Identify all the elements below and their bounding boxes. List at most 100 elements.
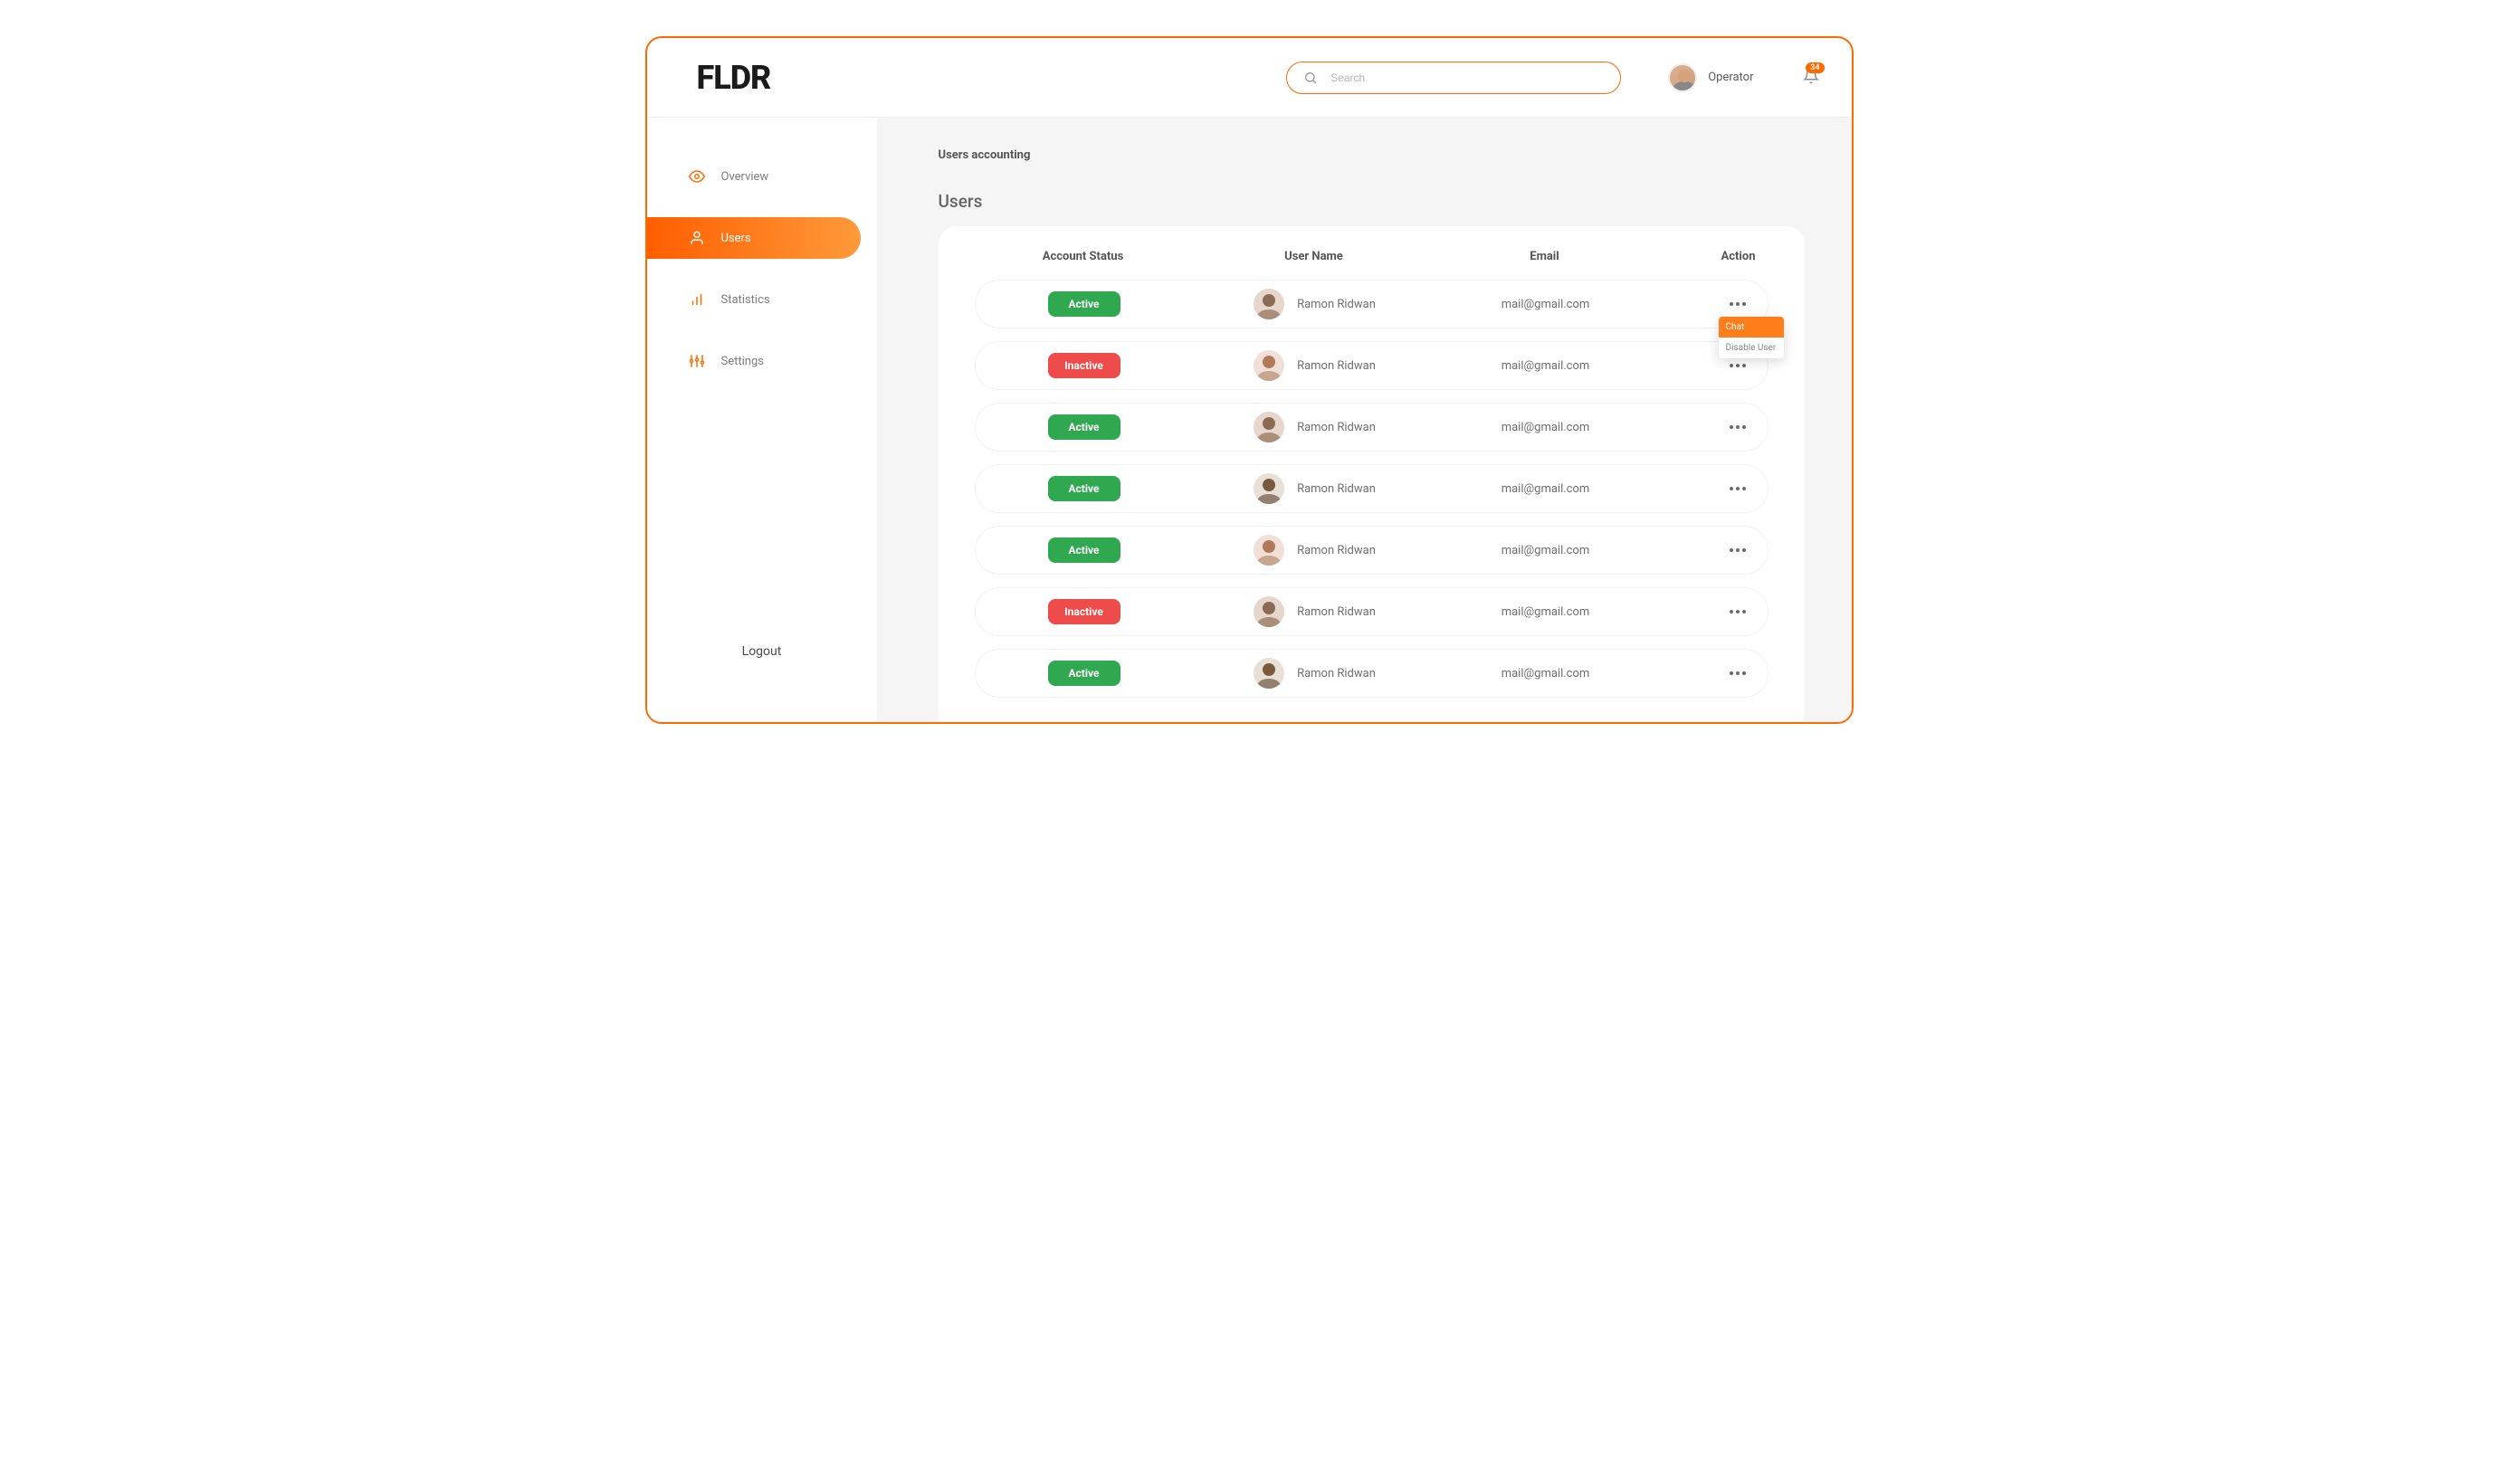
- table-row: Inactive Ramon Ridwan mail@gmail.com: [975, 587, 1769, 636]
- row-actions-button[interactable]: [1724, 481, 1751, 496]
- user-name: Ramon Ridwan: [1297, 421, 1376, 434]
- notifications-button[interactable]: 34: [1803, 68, 1819, 88]
- email-cell: mail@gmail.com: [1446, 359, 1645, 373]
- action-cell: [1645, 481, 1759, 496]
- email-cell: mail@gmail.com: [1446, 298, 1645, 311]
- user-name: Ramon Ridwan: [1297, 667, 1376, 680]
- action-cell: [1645, 604, 1759, 619]
- user-name: Ramon Ridwan: [1297, 482, 1376, 496]
- user-name: Ramon Ridwan: [1297, 359, 1376, 373]
- content-area: Users accounting Users Account Status Us…: [877, 118, 1852, 722]
- sidebar-item-label: Overview: [721, 170, 769, 184]
- sidebar-item-users[interactable]: Users: [647, 217, 861, 259]
- status-cell: Active: [985, 291, 1184, 317]
- status-badge: Active: [1048, 414, 1120, 440]
- action-cell: [1645, 543, 1759, 557]
- email-cell: mail@gmail.com: [1446, 482, 1645, 496]
- avatar: [1668, 63, 1697, 92]
- action-cell: [1645, 666, 1759, 680]
- table-row: Active Ramon Ridwan mail@gmail.com: [975, 526, 1769, 575]
- row-actions-button[interactable]: [1724, 297, 1751, 311]
- row-actions-button[interactable]: [1724, 604, 1751, 619]
- table-row: Inactive Ramon Ridwan mail@gmail.com: [975, 341, 1769, 390]
- name-cell: Ramon Ridwan: [1184, 350, 1446, 381]
- user-role: Operator: [1708, 71, 1753, 84]
- table-body: ActiveRamon Ridwanmail@gmail.comChatDisa…: [975, 280, 1769, 698]
- status-badge: Active: [1048, 537, 1120, 563]
- name-cell: Ramon Ridwan: [1184, 658, 1446, 689]
- status-cell: Inactive: [985, 353, 1184, 378]
- action-chat[interactable]: Chat: [1719, 317, 1784, 338]
- notification-badge: 34: [1806, 62, 1824, 73]
- user-name: Ramon Ridwan: [1297, 605, 1376, 619]
- row-actions-button[interactable]: [1724, 420, 1751, 434]
- user-name: Ramon Ridwan: [1297, 298, 1376, 311]
- bar-chart-icon: [689, 291, 705, 308]
- email-cell: mail@gmail.com: [1446, 421, 1645, 434]
- email-cell: mail@gmail.com: [1446, 544, 1645, 557]
- sidebar-item-label: Settings: [721, 355, 764, 368]
- status-cell: Active: [985, 661, 1184, 686]
- header-email: Email: [1445, 250, 1645, 263]
- avatar: [1254, 473, 1284, 504]
- user-name: Ramon Ridwan: [1297, 544, 1376, 557]
- header-name: User Name: [1183, 250, 1445, 263]
- search-input[interactable]: [1330, 71, 1604, 84]
- avatar: [1254, 412, 1284, 442]
- eye-icon: [689, 168, 705, 185]
- body: Overview Users Statistics Settings Logou…: [647, 118, 1852, 722]
- sidebar-item-label: Users: [721, 232, 751, 245]
- sidebar-item-statistics[interactable]: Statistics: [647, 279, 861, 320]
- sidebar: Overview Users Statistics Settings Logou…: [647, 118, 877, 722]
- table-row: Active Ramon Ridwan mail@gmail.com: [975, 403, 1769, 452]
- name-cell: Ramon Ridwan: [1184, 289, 1446, 319]
- row-actions-button[interactable]: [1724, 666, 1751, 680]
- action-disable-user[interactable]: Disable User: [1719, 338, 1784, 358]
- avatar: [1254, 350, 1284, 381]
- header-action: Action: [1645, 250, 1759, 263]
- status-badge: Inactive: [1048, 353, 1120, 378]
- name-cell: Ramon Ridwan: [1184, 596, 1446, 627]
- page-title: Users: [939, 191, 1805, 212]
- status-badge: Inactive: [1048, 599, 1120, 624]
- app-frame: FLDR Operator 34 Overview Users: [645, 36, 1854, 724]
- logout-button[interactable]: Logout: [647, 644, 877, 659]
- status-badge: Active: [1048, 661, 1120, 686]
- status-cell: Active: [985, 476, 1184, 501]
- users-card: Account Status User Name Email Action Ac…: [939, 226, 1805, 722]
- action-cell: [1645, 420, 1759, 434]
- avatar: [1254, 658, 1284, 689]
- status-cell: Inactive: [985, 599, 1184, 624]
- action-cell: [1645, 358, 1759, 373]
- table-header: Account Status User Name Email Action: [975, 250, 1769, 280]
- avatar: [1254, 289, 1284, 319]
- search-field[interactable]: [1286, 62, 1621, 94]
- avatar: [1254, 535, 1284, 566]
- avatar: [1254, 596, 1284, 627]
- table-row: Active Ramon Ridwan mail@gmail.com: [975, 464, 1769, 513]
- name-cell: Ramon Ridwan: [1184, 535, 1446, 566]
- row-actions-button[interactable]: [1724, 543, 1751, 557]
- search-icon: [1303, 71, 1318, 85]
- sliders-icon: [689, 353, 705, 369]
- action-cell: ChatDisable User: [1645, 297, 1759, 311]
- status-cell: Active: [985, 537, 1184, 563]
- row-actions-menu: ChatDisable User: [1719, 317, 1784, 358]
- status-badge: Active: [1048, 476, 1120, 501]
- status-badge: Active: [1048, 291, 1120, 317]
- topbar: FLDR Operator 34: [647, 38, 1852, 118]
- sidebar-item-label: Statistics: [721, 293, 770, 307]
- header-status: Account Status: [984, 250, 1183, 263]
- table-row: Active Ramon Ridwan mail@gmail.comChatDisa…: [975, 280, 1769, 328]
- brand-logo: FLDR: [697, 59, 771, 97]
- row-actions-button[interactable]: [1724, 358, 1751, 373]
- sidebar-item-settings[interactable]: Settings: [647, 340, 861, 382]
- current-user[interactable]: Operator: [1668, 63, 1753, 92]
- breadcrumb: Users accounting: [939, 148, 1805, 162]
- status-cell: Active: [985, 414, 1184, 440]
- user-icon: [689, 230, 705, 246]
- email-cell: mail@gmail.com: [1446, 605, 1645, 619]
- name-cell: Ramon Ridwan: [1184, 473, 1446, 504]
- email-cell: mail@gmail.com: [1446, 667, 1645, 680]
- sidebar-item-overview[interactable]: Overview: [647, 156, 861, 197]
